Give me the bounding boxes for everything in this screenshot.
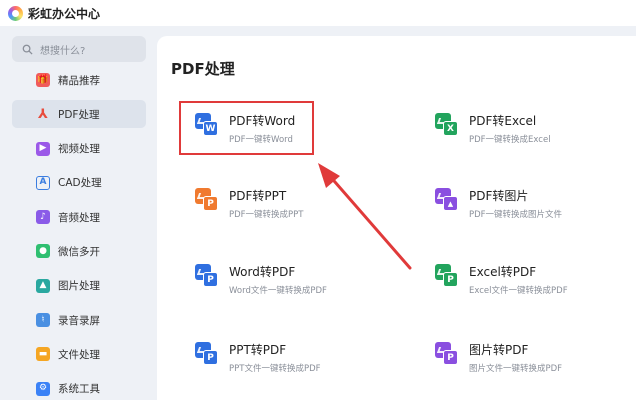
annotation-arrow [318,163,412,270]
